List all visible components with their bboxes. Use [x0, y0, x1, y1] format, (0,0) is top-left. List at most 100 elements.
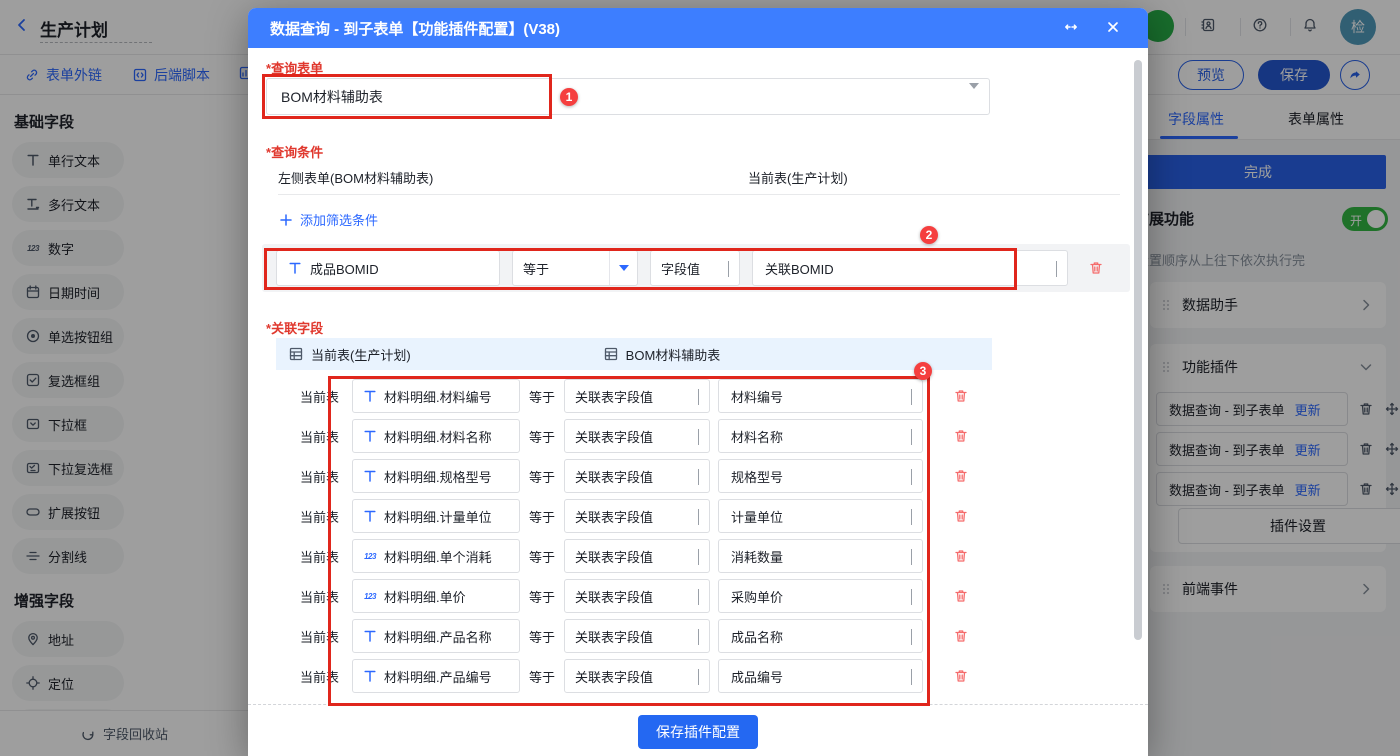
chevron-down-icon [698, 508, 699, 525]
row-map-value: 关联表字段值 [575, 429, 654, 445]
close-button[interactable] [1105, 19, 1121, 40]
row-map-value: 关联表字段值 [575, 509, 654, 525]
expand-button[interactable] [1063, 19, 1079, 40]
related-fields-label: *关联字段 [266, 321, 324, 336]
row-prefix-label: 当前表 [300, 549, 340, 565]
row-prefix-label: 当前表 [300, 469, 340, 485]
row-operator-label: 等于 [528, 429, 555, 445]
plus-icon [278, 212, 294, 228]
row-value-select[interactable]: 成品名称 [718, 619, 923, 653]
chevron-down-icon [911, 588, 912, 605]
row-field-value: 材料明细.材料编号 [384, 389, 492, 405]
query-form-select[interactable]: BOM材料辅助表 [266, 78, 990, 115]
field-type-icon [362, 668, 378, 684]
field-type-icon [362, 628, 378, 644]
row-map-value: 关联表字段值 [575, 589, 654, 605]
left-form-header: 左侧表单(BOM材料辅助表) [278, 171, 434, 186]
row-operator-label: 等于 [528, 469, 555, 485]
row-prefix-label: 当前表 [300, 389, 340, 405]
filter-field-value: 成品BOMID [310, 261, 379, 277]
text-field-icon [287, 260, 303, 276]
row-operator-label: 等于 [528, 589, 555, 605]
row-value-select[interactable]: 采购单价 [718, 579, 923, 613]
delete-row-button[interactable] [953, 508, 969, 524]
row-field-input[interactable]: 123 材料明细.单个消耗 [352, 539, 520, 573]
row-map-select[interactable]: 关联表字段值 [564, 459, 710, 493]
save-plugin-config-button[interactable]: 保存插件配置 [638, 715, 758, 749]
row-value-select[interactable]: 成品编号 [718, 659, 923, 693]
row-value-select[interactable]: 规格型号 [718, 459, 923, 493]
row-field-value: 材料明细.规格型号 [384, 469, 492, 485]
row-field-input[interactable]: 材料明细.产品编号 [352, 659, 520, 693]
row-value: 材料名称 [731, 429, 784, 445]
delete-row-button[interactable] [953, 428, 969, 444]
chevron-down-icon [698, 628, 699, 645]
row-map-value: 关联表字段值 [575, 629, 654, 645]
delete-row-button[interactable] [953, 628, 969, 644]
field-type-icon [362, 508, 378, 524]
expand-icon [1063, 19, 1079, 35]
annotation-badge-1: 1 [560, 88, 578, 106]
chevron-down-icon [911, 428, 912, 445]
related-field-row: 当前表 材料明细.产品名称 等于 关联表字段值 成品名称 [248, 616, 1148, 656]
plugin-config-modal: 数据查询 - 到子表单【功能插件配置】(V38) *查询表单 BOM材料辅助表 … [248, 8, 1148, 756]
related-field-row: 当前表 123 材料明细.单价 等于 关联表字段值 采购单价 [248, 576, 1148, 616]
row-prefix-label: 当前表 [300, 509, 340, 525]
filter-field-input[interactable]: 成品BOMID [276, 250, 500, 286]
row-map-select[interactable]: 关联表字段值 [564, 419, 710, 453]
row-field-input[interactable]: 材料明细.材料编号 [352, 379, 520, 413]
row-field-input[interactable]: 材料明细.规格型号 [352, 459, 520, 493]
table-icon [288, 346, 304, 362]
row-value: 采购单价 [731, 589, 784, 605]
row-value-select[interactable]: 材料名称 [718, 419, 923, 453]
row-operator-label: 等于 [528, 629, 555, 645]
row-map-select[interactable]: 关联表字段值 [564, 579, 710, 613]
modal-scrollbar[interactable] [1134, 60, 1142, 640]
field-type-icon: 123 [364, 591, 376, 601]
filter-value-type-select[interactable]: 字段值 [650, 250, 740, 286]
row-map-value: 关联表字段值 [575, 469, 654, 485]
query-form-label: *查询表单 [266, 61, 324, 76]
delete-row-button[interactable] [953, 588, 969, 604]
filter-condition-row: 成品BOMID 等于 字段值 关联BOMID [262, 244, 1130, 292]
annotation-badge-3: 3 [914, 362, 932, 380]
row-map-value: 关联表字段值 [575, 549, 654, 565]
related-field-row: 当前表 材料明细.产品编号 等于 关联表字段值 成品编号 [248, 656, 1148, 696]
field-type-icon: 123 [364, 551, 376, 561]
add-filter-button[interactable]: 添加筛选条件 [278, 210, 378, 229]
row-prefix-label: 当前表 [300, 589, 340, 605]
add-filter-label: 添加筛选条件 [300, 213, 379, 228]
row-map-select[interactable]: 关联表字段值 [564, 379, 710, 413]
caret-down-icon [609, 251, 637, 285]
delete-row-button[interactable] [953, 468, 969, 484]
chevron-down-icon [698, 388, 699, 405]
related-fields-header: 当前表(生产计划) BOM材料辅助表 [276, 338, 992, 370]
chevron-down-icon [698, 428, 699, 445]
chevron-down-icon [911, 508, 912, 525]
delete-row-button[interactable] [953, 548, 969, 564]
row-value-select[interactable]: 消耗数量 [718, 539, 923, 573]
row-map-select[interactable]: 关联表字段值 [564, 659, 710, 693]
related-field-row: 当前表 材料明细.材料名称 等于 关联表字段值 材料名称 [248, 416, 1148, 456]
row-field-input[interactable]: 123 材料明细.单价 [352, 579, 520, 613]
row-field-input[interactable]: 材料明细.材料名称 [352, 419, 520, 453]
row-map-select[interactable]: 关联表字段值 [564, 619, 710, 653]
delete-row-button[interactable] [953, 388, 969, 404]
row-field-input[interactable]: 材料明细.计量单位 [352, 499, 520, 533]
row-operator-label: 等于 [528, 669, 555, 685]
filter-value-select[interactable]: 关联BOMID [752, 250, 1068, 286]
delete-filter-button[interactable] [1088, 260, 1104, 276]
filter-value-type: 字段值 [661, 261, 701, 277]
current-table-label: 当前表(生产计划) [311, 347, 411, 363]
related-field-rows: 当前表 材料明细.材料编号 等于 关联表字段值 材料编号 当前表 材料明细.材料… [248, 376, 1148, 696]
row-value-select[interactable]: 计量单位 [718, 499, 923, 533]
row-field-value: 材料明细.产品名称 [384, 629, 492, 645]
delete-row-button[interactable] [953, 668, 969, 684]
row-value-select[interactable]: 材料编号 [718, 379, 923, 413]
row-value: 计量单位 [731, 509, 784, 525]
row-field-input[interactable]: 材料明细.产品名称 [352, 619, 520, 653]
filter-operator-select[interactable]: 等于 [512, 250, 638, 286]
row-map-select[interactable]: 关联表字段值 [564, 499, 710, 533]
row-map-select[interactable]: 关联表字段值 [564, 539, 710, 573]
target-table-label: BOM材料辅助表 [625, 347, 721, 363]
